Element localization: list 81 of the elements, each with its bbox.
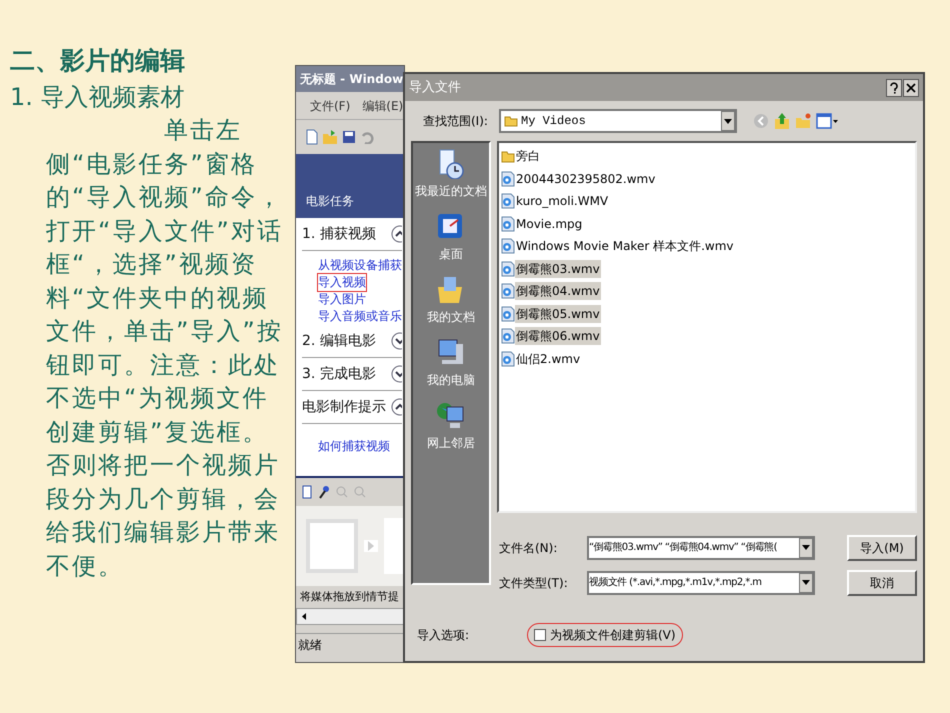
undo-icon (360, 130, 374, 144)
storyboard-slot (306, 519, 358, 573)
field-value: 视频文件 (*.avi,*.mpg,*.m1v,*.mp2,*.m (589, 576, 762, 590)
video-file-icon (501, 306, 515, 322)
narrate-icon (318, 485, 330, 499)
instruction-paragraph: 单击左侧“电影任务”窗格的“导入视频”命令，打开“导入文件”对话框“，选择”视频资料“文件夹中的视频文件，单击”导入”按钮即可。注意：此处不选中“为视频文件创建剪辑”复选框。否则将把一个视频片段分为几个剪辑，会给我们编辑影片带来不便。 (46, 115, 284, 582)
field-value: “倒霉熊03.wmv” “倒霉熊04.wmv” “倒霉熊( (589, 541, 778, 555)
horizontal-scrollbar[interactable] (296, 608, 404, 625)
task-link[interactable]: 如何捕获视频 (318, 438, 390, 455)
dialog-button[interactable]: 导入(M) (847, 534, 917, 560)
folder-icon (504, 115, 518, 127)
task-link[interactable]: 导入视频 (318, 274, 366, 291)
place-item[interactable]: 我的文档 (427, 308, 475, 326)
place-item[interactable]: 我的电脑 (427, 371, 475, 389)
pane-title: 电影任务 (306, 193, 354, 210)
dialog-title: 导入文件 (409, 78, 461, 97)
look-in-value: My Videos (521, 113, 587, 130)
folder-icon (501, 149, 515, 164)
file-item[interactable]: kuro_moli.WMV (515, 192, 610, 210)
save-icon (342, 130, 356, 144)
video-file-icon (501, 350, 515, 367)
storyboard-hint: 将媒体拖放到情节提 (299, 589, 400, 605)
file-item[interactable]: 倒霉熊06.wmv (515, 327, 601, 346)
task-section-title[interactable]: 3. 完成电影 (302, 364, 376, 384)
new-folder-icon (795, 113, 811, 129)
new-document-icon (306, 129, 318, 145)
video-file-icon (501, 283, 515, 300)
task-link[interactable]: 导入音频或音乐 (318, 308, 402, 325)
network-places-icon (436, 401, 466, 431)
look-in-dropdown[interactable]: My Videos (499, 109, 737, 133)
slide-heading: 二、影片的编辑 (10, 45, 186, 77)
file-item[interactable]: Windows Movie Maker 样本文件.wmv (515, 237, 734, 256)
up-folder-icon (774, 112, 790, 130)
file-item[interactable]: 旁白 (515, 147, 541, 166)
zoom-out-icon (354, 486, 366, 498)
dropdown-arrow-icon (802, 580, 810, 585)
dropdown-field[interactable]: “倒霉熊03.wmv” “倒霉熊04.wmv” “倒霉熊( (587, 536, 815, 560)
file-item[interactable]: 倒霉熊04.wmv (515, 282, 601, 300)
video-file-icon (501, 260, 515, 277)
place-item[interactable]: 我最近的文档 (415, 182, 487, 200)
close-icon (906, 82, 916, 92)
video-file-icon (501, 216, 515, 232)
place-item[interactable]: 桌面 (439, 245, 463, 263)
file-item[interactable]: Movie.mpg (515, 214, 584, 233)
close-button[interactable] (903, 78, 919, 96)
file-item[interactable]: 仙侣2.wmv (515, 350, 582, 368)
file-item[interactable]: 倒霉熊05.wmv (515, 304, 601, 323)
file-item[interactable]: 倒霉熊03.wmv (515, 260, 601, 278)
video-file-icon (501, 170, 515, 187)
video-file-icon (501, 238, 515, 254)
task-section-title[interactable]: 1. 捕获视频 (302, 224, 376, 244)
menu-item[interactable]: 编辑(E) (362, 96, 404, 114)
slide-subheading: 1. 导入视频素材 (10, 82, 186, 113)
video-file-icon (501, 193, 515, 210)
task-link[interactable]: 导入图片 (318, 291, 366, 308)
dialog-button[interactable]: 取消 (847, 570, 917, 596)
place-item[interactable]: 网上邻居 (427, 434, 475, 452)
storyboard-icon (302, 485, 312, 499)
zoom-in-icon (336, 486, 348, 498)
field-label: 文件类型(T): (499, 574, 569, 592)
dropdown-arrow-icon (802, 545, 810, 550)
task-section-title[interactable]: 2. 编辑电影 (302, 330, 376, 352)
dropdown-field[interactable]: 视频文件 (*.avi,*.mpg,*.m1v,*.mp2,*.m (587, 570, 815, 594)
window-title: 无标题 - Window (300, 71, 404, 88)
create-clips-option[interactable]: 为视频文件创建剪辑(V) (527, 623, 683, 647)
options-label: 导入选项: (417, 627, 470, 644)
open-folder-icon (322, 129, 338, 145)
storyboard-slot (384, 518, 404, 574)
view-menu-icon (816, 113, 838, 129)
checkbox[interactable] (534, 629, 546, 641)
question-mark-icon (890, 82, 898, 94)
file-item[interactable]: 20044302395802.wmv (515, 170, 656, 188)
task-section-title[interactable]: 电影制作提示 (302, 396, 386, 418)
video-file-icon (501, 328, 515, 344)
dropdown-arrow-icon (724, 118, 732, 124)
help-button[interactable] (886, 78, 902, 96)
field-label: 文件名(N): (499, 540, 558, 556)
task-link[interactable]: 从视频设备捕获 (318, 257, 402, 274)
back-icon (753, 113, 769, 129)
menu-item[interactable]: 文件(F) (310, 96, 350, 114)
look-in-label: 查找范围(I): (423, 113, 489, 130)
